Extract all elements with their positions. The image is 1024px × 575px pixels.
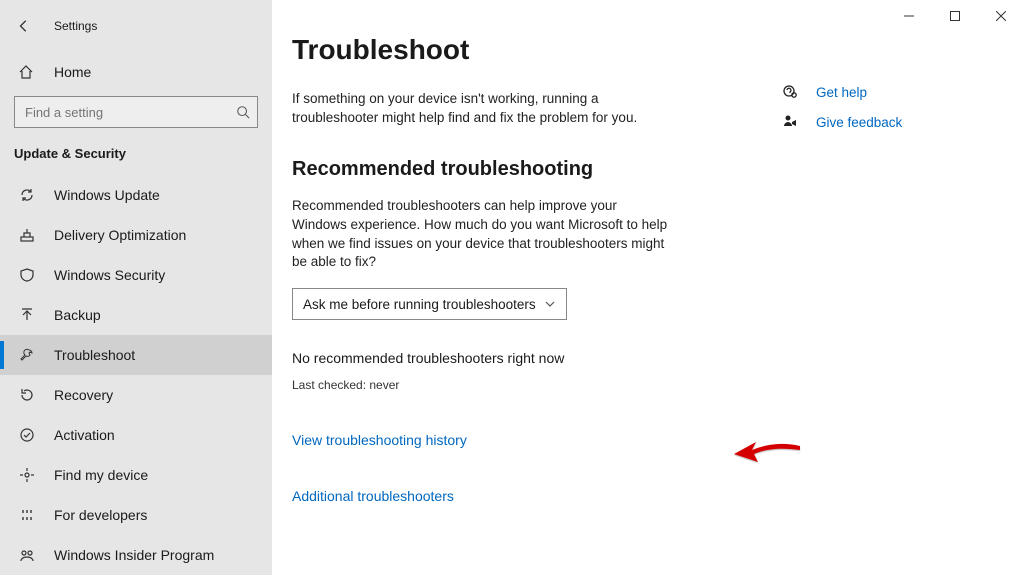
check-circle-icon [18,427,36,443]
sidebar-item-windows-update[interactable]: Windows Update [0,175,272,215]
refresh-icon [18,187,36,203]
give-feedback-link[interactable]: Give feedback [816,115,902,130]
last-checked-text: Last checked: never [292,378,782,392]
sidebar-item-label: Recovery [54,387,113,403]
sidebar-item-label: Windows Insider Program [54,547,214,563]
sidebar-item-troubleshoot[interactable]: Troubleshoot [0,335,272,375]
arrow-left-icon [17,19,31,33]
window-controls [886,0,1024,32]
back-button[interactable] [12,14,36,38]
chevron-down-icon [544,298,556,310]
sidebar-item-delivery-optimization[interactable]: Delivery Optimization [0,215,272,255]
intro-text: If something on your device isn't workin… [292,90,672,128]
home-icon [18,64,36,80]
sidebar-item-label: Delivery Optimization [54,227,186,243]
sidebar-item-label: Find my device [54,467,148,483]
sidebar-item-windows-insider[interactable]: Windows Insider Program [0,535,272,575]
minimize-button[interactable] [886,0,932,32]
shield-icon [18,267,36,283]
sidebar-item-activation[interactable]: Activation [0,415,272,455]
status-text: No recommended troubleshooters right now [292,350,782,366]
troubleshoot-preference-select[interactable]: Ask me before running troubleshooters [292,288,567,320]
nav-list: Windows Update Delivery Optimization Win… [0,175,272,575]
backup-icon [18,307,36,323]
feedback-icon [782,114,802,130]
sidebar-item-for-developers[interactable]: For developers [0,495,272,535]
view-history-link[interactable]: View troubleshooting history [292,432,467,448]
get-help-link[interactable]: Get help [816,85,867,100]
sidebar: Settings Home Update & Security Windows … [0,0,272,575]
developer-icon [18,507,36,523]
home-label: Home [54,64,91,80]
recovery-icon [18,387,36,403]
page-title: Troubleshoot [292,34,782,66]
help-icon [782,84,802,100]
delivery-icon [18,227,36,243]
sidebar-item-label: Windows Update [54,187,160,203]
minimize-icon [904,11,914,21]
sidebar-item-label: Activation [54,427,115,443]
sidebar-item-label: Windows Security [54,267,165,283]
wrench-icon [18,347,36,363]
sidebar-item-label: Backup [54,307,101,323]
app-title: Settings [54,19,97,33]
sidebar-item-find-my-device[interactable]: Find my device [0,455,272,495]
location-icon [18,467,36,483]
sidebar-item-label: For developers [54,507,147,523]
maximize-button[interactable] [932,0,978,32]
section-description: Recommended troubleshooters can help imp… [292,197,672,273]
sidebar-item-backup[interactable]: Backup [0,295,272,335]
sidebar-item-label: Troubleshoot [54,347,135,363]
close-button[interactable] [978,0,1024,32]
sidebar-item-recovery[interactable]: Recovery [0,375,272,415]
main-panel: Troubleshoot If something on your device… [272,0,1024,575]
category-header: Update & Security [0,128,272,169]
search-input[interactable] [14,96,258,128]
section-heading: Recommended troubleshooting [292,158,782,181]
select-value: Ask me before running troubleshooters [303,297,536,312]
close-icon [996,11,1006,21]
maximize-icon [950,11,960,21]
additional-troubleshooters-link[interactable]: Additional troubleshooters [292,488,454,504]
insider-icon [18,547,36,563]
sidebar-item-windows-security[interactable]: Windows Security [0,255,272,295]
home-button[interactable]: Home [0,52,272,92]
